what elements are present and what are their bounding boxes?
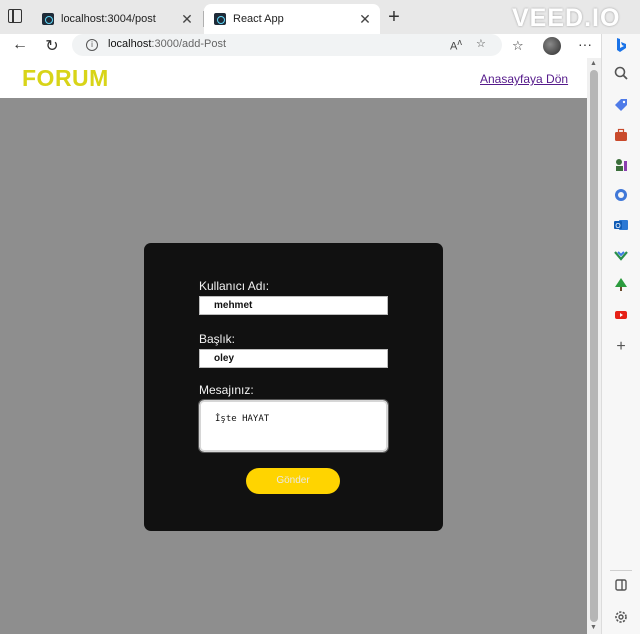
tree-icon[interactable]: [612, 276, 630, 294]
favorite-add-icon[interactable]: ☆: [476, 37, 486, 50]
message-textarea[interactable]: İşte HAYAT: [198, 399, 389, 453]
avatar[interactable]: [543, 37, 561, 55]
forum-logo[interactable]: FORUM: [22, 65, 109, 92]
split-screen-icon[interactable]: [612, 576, 630, 594]
url-host: localhost: [108, 38, 152, 50]
more-icon[interactable]: ···: [578, 36, 592, 52]
page-viewport: FORUM Anasayfaya Dön Kullanıcı Adı: mehm…: [0, 58, 587, 634]
title-label: Başlık:: [199, 332, 236, 346]
scroll-up-icon[interactable]: ▲: [590, 60, 597, 67]
message-label: Mesajınız:: [199, 383, 254, 397]
close-icon[interactable]: ✕: [178, 11, 196, 28]
favorites-icon[interactable]: ☆: [512, 38, 524, 54]
scrollbar-thumb[interactable]: [590, 70, 598, 622]
back-button[interactable]: ←: [10, 36, 30, 54]
sidebar-divider: [610, 570, 632, 571]
tab-react-app[interactable]: React App ✕: [204, 4, 380, 34]
username-input[interactable]: mehmet: [199, 296, 388, 315]
url-path: :3000/add-Post: [151, 38, 227, 50]
search-icon[interactable]: [612, 64, 630, 82]
site-header: FORUM Anasayfaya Dön: [0, 58, 587, 98]
tab-localhost-post[interactable]: localhost:3004/post ✕: [32, 4, 202, 34]
svg-text:O: O: [615, 222, 621, 230]
submit-button[interactable]: Gönder: [246, 468, 340, 494]
add-post-form: Kullanıcı Adı: mehmet Başlık: oley Mesaj…: [144, 243, 443, 531]
bing-icon[interactable]: [612, 36, 630, 54]
tab-title: localhost:3004/post: [61, 13, 156, 25]
tag-icon[interactable]: [612, 96, 630, 114]
edge-sidebar: O +: [601, 34, 640, 634]
new-tab-button[interactable]: +: [384, 6, 404, 29]
youtube-icon[interactable]: [612, 306, 630, 324]
home-link[interactable]: Anasayfaya Dön: [480, 72, 568, 86]
plus-icon[interactable]: +: [612, 338, 630, 356]
scroll-down-icon[interactable]: ▼: [590, 624, 597, 631]
close-icon[interactable]: ✕: [356, 11, 374, 28]
info-icon[interactable]: i: [86, 39, 98, 51]
title-input[interactable]: oley: [199, 349, 388, 368]
react-icon: [214, 13, 226, 25]
chess-icon[interactable]: [612, 156, 630, 174]
address-bar[interactable]: i localhost:3000/add-Post Aʌ ☆: [72, 34, 502, 56]
react-icon: [42, 13, 54, 25]
username-label: Kullanıcı Adı:: [199, 279, 270, 293]
read-aloud-icon[interactable]: Aʌ: [450, 37, 462, 53]
tab-strip: localhost:3004/post ✕ React App ✕ + VEED…: [0, 0, 640, 34]
tab-actions-icon[interactable]: [8, 9, 22, 23]
download-icon[interactable]: [612, 246, 630, 264]
outlook-icon[interactable]: O: [612, 216, 630, 234]
circle-icon[interactable]: [612, 186, 630, 204]
settings-icon[interactable]: [612, 608, 630, 626]
briefcase-icon[interactable]: [612, 126, 630, 144]
page-scrollbar[interactable]: ▲ ▼: [587, 58, 601, 634]
browser-toolbar: ← ↻ i localhost:3000/add-Post Aʌ ☆ ☆ ···: [0, 34, 640, 58]
url-text: localhost:3000/add-Post: [108, 38, 226, 50]
watermark: VEED.IO: [512, 4, 621, 32]
tab-title: React App: [233, 13, 284, 25]
refresh-button[interactable]: ↻: [42, 36, 62, 56]
